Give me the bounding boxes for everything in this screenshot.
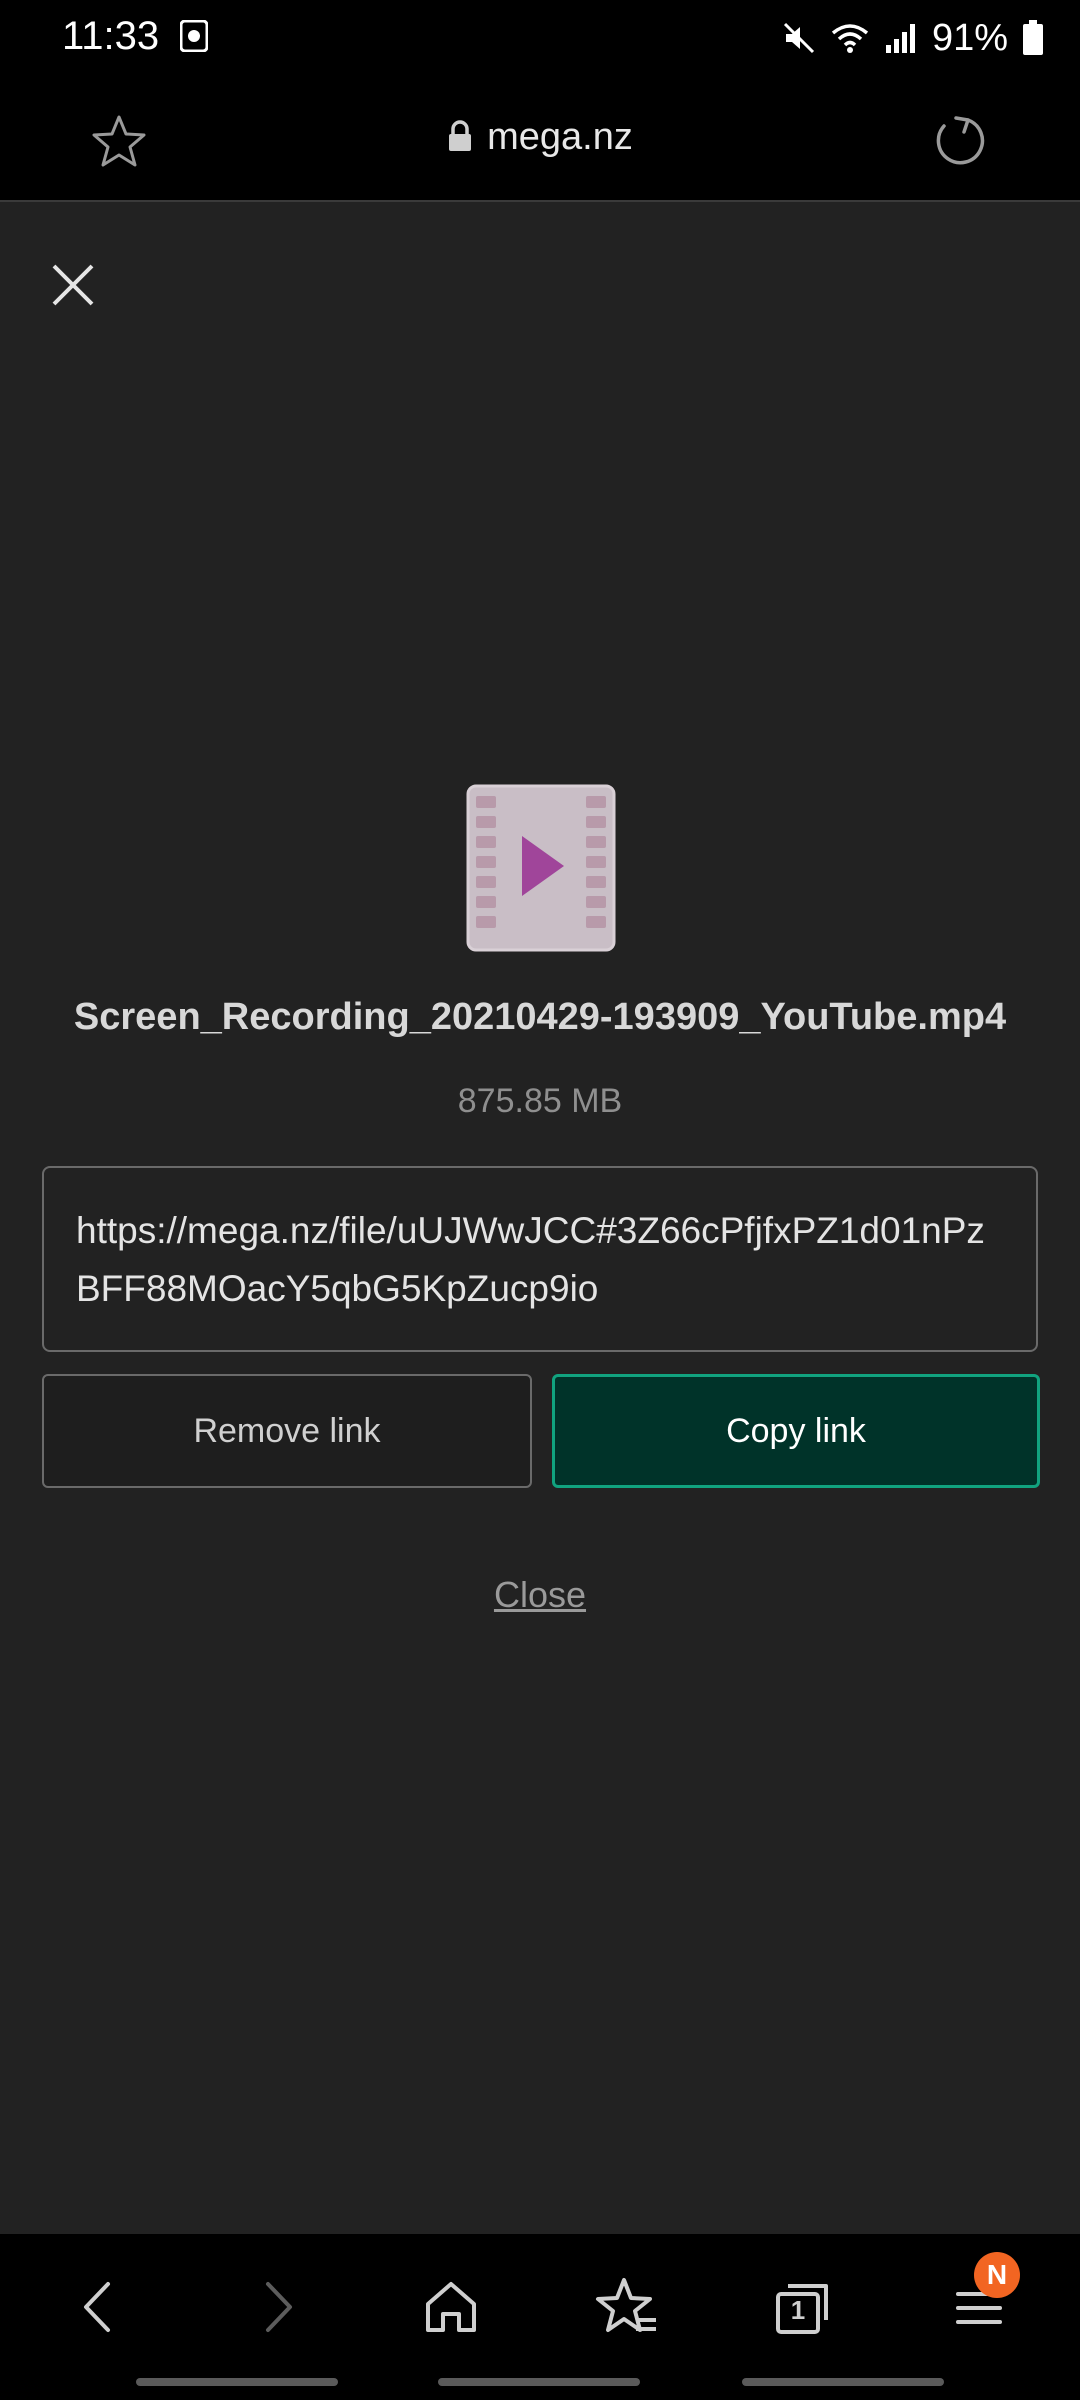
address-bar[interactable]: mega.nz	[0, 116, 1080, 159]
tabs-count: 1	[790, 2295, 806, 2325]
file-size: 875.85 MB	[457, 1082, 623, 1120]
wifi-icon	[831, 24, 869, 53]
gesture-bar-left	[136, 2378, 338, 2386]
share-link-field[interactable]: https://mega.nz/file/uUJWwJCC#3Z66cPfjfx…	[42, 1166, 1038, 1352]
browser-toolbar: mega.nz	[0, 76, 1080, 202]
signal-icon	[885, 24, 915, 53]
remove-link-button[interactable]: Remove link	[42, 1374, 532, 1488]
bottom-navigation: 1	[0, 2234, 1080, 2400]
close-link[interactable]: Close	[0, 1574, 1080, 1616]
video-file-icon	[466, 784, 616, 952]
close-icon[interactable]	[50, 262, 96, 308]
reload-icon[interactable]	[932, 112, 988, 168]
status-time: 11:33	[62, 14, 160, 58]
status-bar: 11:33 91%	[0, 0, 1080, 76]
forward-icon[interactable]	[242, 2272, 312, 2342]
battery-icon	[1023, 20, 1043, 55]
home-icon[interactable]	[416, 2272, 486, 2342]
gesture-bar-center	[438, 2378, 640, 2386]
url-text: mega.nz	[487, 116, 633, 158]
screen-record-icon	[180, 20, 208, 52]
mute-icon	[783, 22, 814, 54]
battery-percent: 91%	[931, 16, 1008, 59]
notification-badge: N	[974, 2252, 1020, 2298]
back-icon[interactable]	[64, 2272, 134, 2342]
file-name: Screen_Recording_20210429-193909_YouTube…	[73, 996, 1007, 1038]
gesture-bar-right	[742, 2378, 944, 2386]
lock-icon	[449, 120, 472, 151]
bookmarks-icon[interactable]	[592, 2272, 662, 2342]
copy-link-button[interactable]: Copy link	[552, 1374, 1040, 1488]
tabs-button[interactable]: 1	[768, 2272, 838, 2342]
